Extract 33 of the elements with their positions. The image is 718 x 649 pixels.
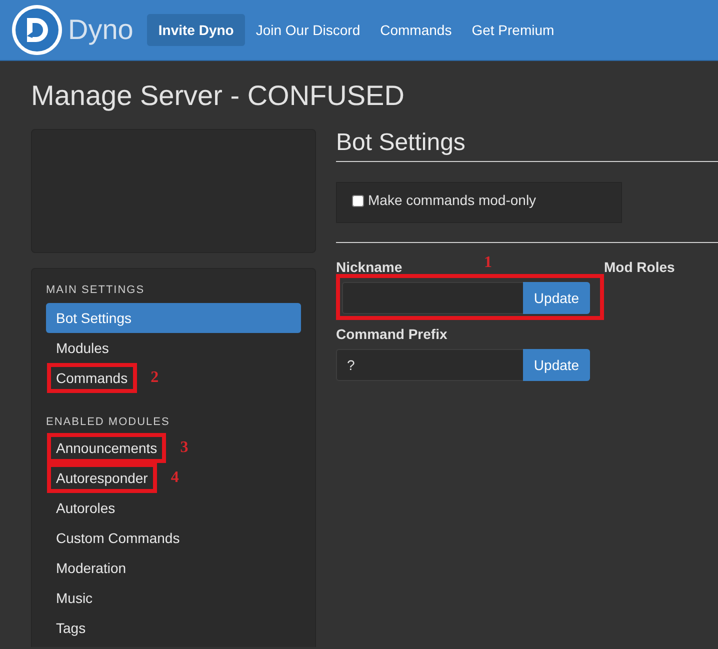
callout-number: 1 xyxy=(484,255,492,271)
sidebar-item[interactable]: Moderation xyxy=(46,553,301,583)
text-input[interactable] xyxy=(342,282,524,314)
callout-number: 4 xyxy=(170,469,179,487)
sidebar-item[interactable]: Modules xyxy=(46,333,301,363)
section-heading: ENABLED MODULES xyxy=(46,415,171,430)
checkbox[interactable] xyxy=(352,194,364,206)
brand-name: Dyno xyxy=(68,16,134,44)
sidebar-item[interactable]: Tags xyxy=(46,613,301,643)
sidebar-item[interactable]: Music xyxy=(46,583,301,613)
page-title: Manage Server - CONFUSED xyxy=(31,80,406,111)
section-title: Bot Settings xyxy=(336,130,466,156)
section-heading: MAIN SETTINGS xyxy=(46,283,146,298)
text-input[interactable]: ? xyxy=(336,349,524,381)
nav-link[interactable]: Join Our Discord xyxy=(246,14,370,46)
field-label: Mod Roles xyxy=(604,260,675,274)
callout-number: 2 xyxy=(150,369,159,387)
sidebar-item[interactable]: Autoroles xyxy=(46,493,301,523)
sidebar-item[interactable]: Commands xyxy=(47,363,137,393)
update-button[interactable]: Update xyxy=(523,349,590,381)
sidebar-item[interactable]: Bot Settings xyxy=(46,303,301,333)
checkbox-label: Make commands mod-only xyxy=(368,191,536,210)
callout-number: 3 xyxy=(180,439,188,457)
sidebar-item[interactable]: Custom Commands xyxy=(46,523,301,553)
sidebar-item[interactable]: Autoresponder xyxy=(47,463,157,493)
logo-icon xyxy=(12,5,62,55)
nav-link[interactable]: Commands xyxy=(370,14,462,46)
sidebar-item[interactable]: Announcements xyxy=(47,433,166,463)
nav-link[interactable]: Get Premium xyxy=(462,14,564,46)
update-button[interactable]: Update xyxy=(523,282,590,314)
field-label: Command Prefix xyxy=(336,327,448,341)
field-label: Nickname xyxy=(336,260,402,274)
nav-link[interactable]: Invite Dyno xyxy=(147,14,245,46)
